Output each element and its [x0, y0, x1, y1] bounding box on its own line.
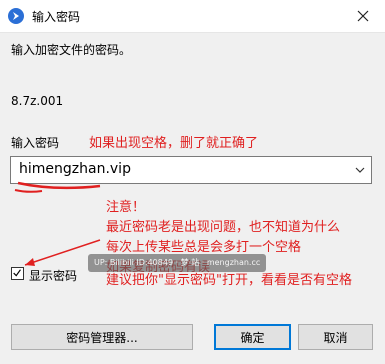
- cancel-button[interactable]: 取消: [298, 324, 373, 350]
- password-combobox[interactable]: himengzhan.vip: [10, 156, 372, 184]
- annotation-underline: [14, 189, 43, 193]
- close-icon[interactable]: [351, 4, 375, 28]
- password-manager-button[interactable]: 密码管理器...: [11, 324, 193, 350]
- annotation-top: 如果出现空格，删了就正确了: [89, 136, 259, 151]
- annotation-line: 最近密码老是出现问题，也不知道为什么: [106, 220, 341, 235]
- annotation-line: 注意！: [106, 200, 146, 215]
- show-password-label[interactable]: 显示密码: [29, 267, 77, 284]
- title-bar: 输入密码: [0, 0, 385, 33]
- password-label: 输入密码: [11, 136, 60, 150]
- ok-button[interactable]: 确定: [214, 324, 291, 350]
- password-value[interactable]: himengzhan.vip: [19, 161, 131, 177]
- show-password-checkbox[interactable]: [11, 267, 24, 280]
- annotation-arrowhead: [25, 258, 35, 266]
- annotation-line: 每次上传某些总是会多打一个空格: [106, 240, 302, 255]
- dialog-prompt: 输入加密文件的密码。: [11, 43, 132, 57]
- window-title: 输入密码: [32, 10, 81, 24]
- annotation-line: 建议把你"显示密码"打开，看看是否有空格: [106, 273, 352, 288]
- checkmark-icon: [13, 269, 21, 277]
- chevron-down-icon[interactable]: [355, 166, 365, 174]
- app-logo-icon: [8, 8, 24, 24]
- archive-filename: 8.7z.001: [11, 94, 64, 108]
